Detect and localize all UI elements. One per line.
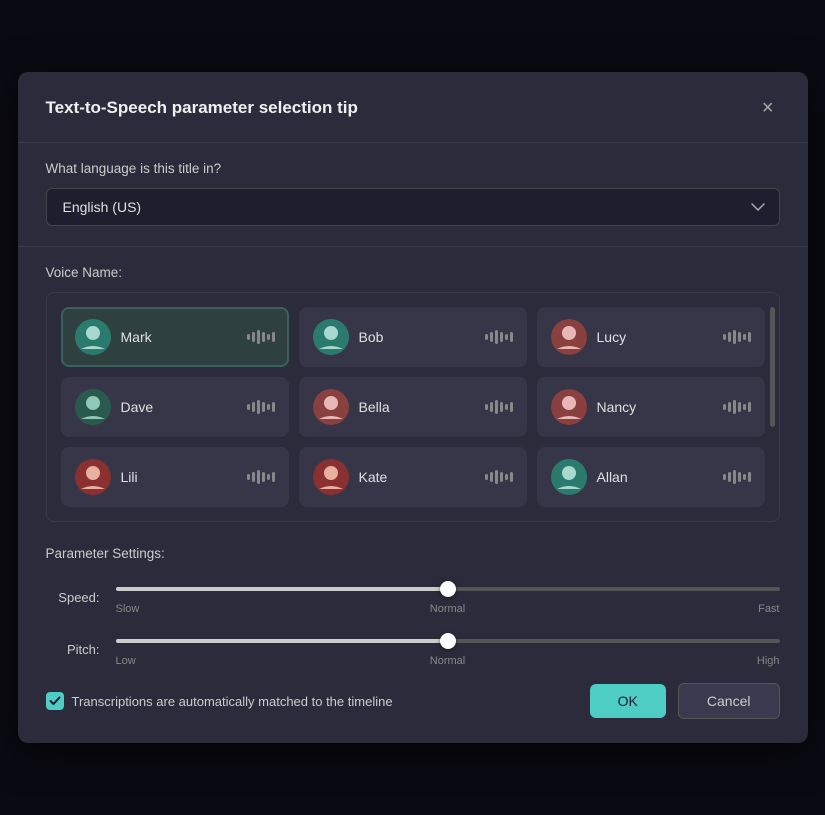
wave-icon-lili <box>247 470 275 484</box>
avatar-nancy <box>551 389 587 425</box>
voice-name-nancy: Nancy <box>597 399 713 415</box>
avatar-kate <box>313 459 349 495</box>
voice-name-dave: Dave <box>121 399 237 415</box>
voice-card-allan[interactable]: Allan <box>537 447 765 507</box>
voice-name-bob: Bob <box>359 329 475 345</box>
voice-grid: Mark Bob <box>61 307 765 507</box>
voice-name-lili: Lili <box>121 469 237 485</box>
cancel-button[interactable]: Cancel <box>678 683 780 719</box>
pitch-low-label: Low <box>116 655 136 667</box>
voice-name-mark: Mark <box>121 329 237 345</box>
avatar-bob <box>313 319 349 355</box>
wave-icon-bob <box>485 330 513 344</box>
speed-slider-wrapper <box>116 579 780 599</box>
avatar-dave <box>75 389 111 425</box>
avatar-lucy <box>551 319 587 355</box>
wave-icon-allan <box>723 470 751 484</box>
wave-icon-dave <box>247 400 275 414</box>
pitch-row: Pitch: Low Normal High <box>46 631 780 667</box>
voice-grid-wrapper: Mark Bob <box>46 292 780 522</box>
speed-slider-container: Slow Normal Fast <box>116 579 780 615</box>
divider <box>18 142 808 143</box>
pitch-normal-label: Normal <box>430 655 465 667</box>
voice-card-lili[interactable]: Lili <box>61 447 289 507</box>
pitch-high-label: High <box>757 655 780 667</box>
wave-icon-lucy <box>723 330 751 344</box>
pitch-labels: Low Normal High <box>116 651 780 667</box>
auto-match-checkbox[interactable] <box>46 692 64 710</box>
pitch-slider-container: Low Normal High <box>116 631 780 667</box>
scrollbar-track[interactable] <box>770 307 775 507</box>
speed-labels: Slow Normal Fast <box>116 599 780 615</box>
scrollbar-thumb <box>770 307 775 427</box>
dialog-header: Text-to-Speech parameter selection tip × <box>46 96 780 120</box>
speed-label: Speed: <box>46 590 116 605</box>
language-select[interactable]: English (US) English (UK) Spanish French… <box>46 188 780 226</box>
speed-slider-thumb[interactable] <box>440 581 456 597</box>
speed-slider-fill <box>116 587 448 591</box>
language-question: What language is this title in? <box>46 161 780 176</box>
pitch-slider-fill <box>116 639 448 643</box>
voice-card-bob[interactable]: Bob <box>299 307 527 367</box>
voice-card-bella[interactable]: Bella <box>299 377 527 437</box>
speed-fast-label: Fast <box>758 603 779 615</box>
dialog-title: Text-to-Speech parameter selection tip <box>46 98 358 118</box>
divider2 <box>18 246 808 247</box>
voice-name-kate: Kate <box>359 469 475 485</box>
pitch-label: Pitch: <box>46 642 116 657</box>
voice-name-label: Voice Name: <box>46 265 780 280</box>
voice-card-dave[interactable]: Dave <box>61 377 289 437</box>
param-settings-label: Parameter Settings: <box>46 546 780 561</box>
voice-name-allan: Allan <box>597 469 713 485</box>
close-button[interactable]: × <box>756 96 780 120</box>
pitch-slider-track <box>116 639 780 643</box>
pitch-slider-wrapper <box>116 631 780 651</box>
voice-name-lucy: Lucy <box>597 329 713 345</box>
wave-icon-bella <box>485 400 513 414</box>
voice-card-mark[interactable]: Mark <box>61 307 289 367</box>
speed-normal-label: Normal <box>430 603 465 615</box>
avatar-lili <box>75 459 111 495</box>
voice-card-kate[interactable]: Kate <box>299 447 527 507</box>
checkbox-wrap: Transcriptions are automatically matched… <box>46 692 578 710</box>
dialog-footer: Transcriptions are automatically matched… <box>46 683 780 719</box>
tts-dialog: Text-to-Speech parameter selection tip ×… <box>18 72 808 743</box>
avatar-mark <box>75 319 111 355</box>
checkbox-label: Transcriptions are automatically matched… <box>72 694 393 709</box>
wave-icon-nancy <box>723 400 751 414</box>
voice-card-lucy[interactable]: Lucy <box>537 307 765 367</box>
voice-card-nancy[interactable]: Nancy <box>537 377 765 437</box>
avatar-allan <box>551 459 587 495</box>
speed-row: Speed: Slow Normal Fast <box>46 579 780 615</box>
speed-slow-label: Slow <box>116 603 140 615</box>
wave-icon-kate <box>485 470 513 484</box>
voice-name-bella: Bella <box>359 399 475 415</box>
speed-slider-track <box>116 587 780 591</box>
avatar-bella <box>313 389 349 425</box>
wave-icon-mark <box>247 330 275 344</box>
pitch-slider-thumb[interactable] <box>440 633 456 649</box>
ok-button[interactable]: OK <box>590 684 666 718</box>
